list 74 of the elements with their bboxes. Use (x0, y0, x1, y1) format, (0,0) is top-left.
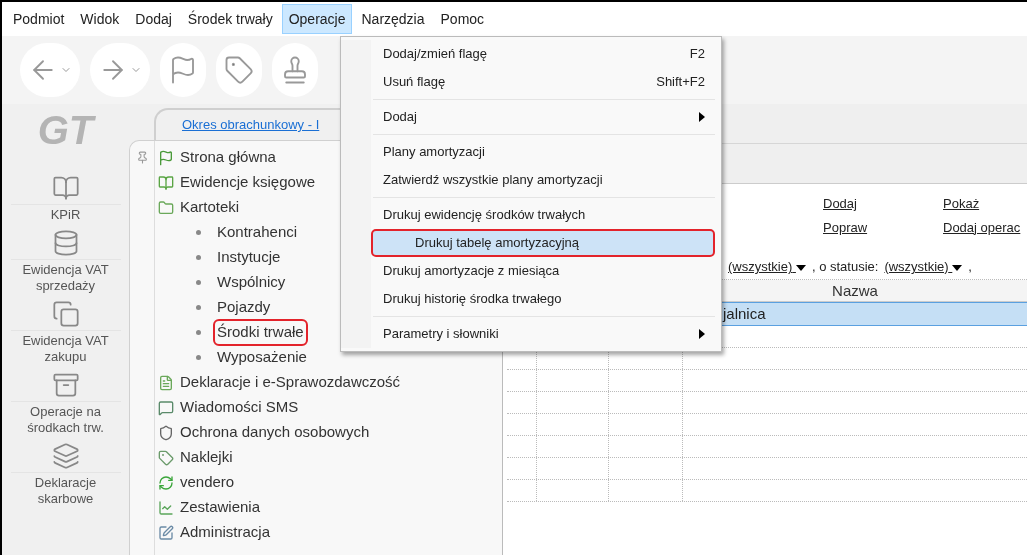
tree-item[interactable]: Strona główna (180, 146, 276, 169)
pin-icon[interactable] (135, 151, 149, 164)
tree-icon (158, 499, 174, 516)
tree-icon (158, 174, 174, 191)
tree-item[interactable]: Instytucje (213, 244, 285, 271)
menu-item[interactable]: Plany amortyzacji (371, 138, 715, 166)
menu-bar-item[interactable]: Operacje (281, 4, 353, 34)
tree-item[interactable]: Kontrahenci (213, 219, 302, 246)
tree-icon (158, 149, 174, 166)
table-cell-text: jalnica (721, 303, 766, 324)
bullet-icon (196, 355, 201, 360)
menu-item[interactable]: Zatwierdź wszystkie plany amortyzacji (371, 166, 715, 194)
tree-item[interactable]: Pojazdy (213, 294, 275, 321)
action-link[interactable]: Dodaj (823, 194, 943, 214)
tree-item[interactable]: Zestawienia (180, 496, 261, 519)
tree-icon (158, 524, 174, 541)
tree-item[interactable]: Wspólnicy (213, 269, 290, 296)
tree-item[interactable]: Kartoteki (180, 196, 240, 219)
tree-icon (158, 199, 174, 216)
filter-dropdown[interactable]: (wszystkie) (728, 257, 806, 277)
sidebar-item[interactable]: KPiR (10, 174, 121, 223)
bullet-icon (196, 305, 201, 310)
filter-dropdown[interactable]: (wszystkie) (884, 257, 963, 277)
tree-item[interactable]: Administracja (180, 521, 271, 544)
tree-item[interactable]: Naklejki (180, 446, 233, 469)
action-link[interactable]: Dodaj operac (943, 217, 1027, 237)
menu-bar-item[interactable]: Podmiot (6, 4, 72, 34)
menu-bar-item[interactable]: Pomoc (433, 4, 492, 34)
sidebar-item[interactable]: Ewidencja VAT zakupu (10, 300, 121, 365)
tree-icon (158, 474, 174, 491)
bullet-icon (196, 255, 201, 260)
toolbar-button[interactable] (160, 43, 206, 97)
menu-item[interactable]: Drukuj tabelę amortyzacyjną (371, 229, 715, 257)
tree-item[interactable]: Ochrona danych osobowych (180, 421, 370, 444)
sidebar-icon (51, 371, 80, 399)
tree-icon (158, 374, 174, 391)
menu-item[interactable]: Drukuj ewidencję środków trwałych (371, 201, 715, 229)
menu-bar-item[interactable]: Środek trwały (180, 4, 280, 34)
menu-item[interactable]: Dodaj/zmień flagę F2 (371, 40, 715, 68)
sidebar-icon (51, 300, 80, 328)
menu-item[interactable]: Drukuj amortyzacje z miesiąca (371, 257, 715, 285)
tree-item[interactable]: vendero (180, 471, 235, 494)
menu-bar-item[interactable]: Widok (73, 4, 127, 34)
tree-icon (158, 424, 174, 441)
bullet-icon (196, 330, 201, 335)
tree-item[interactable]: Wiadomości SMS (180, 396, 299, 419)
caret-icon (952, 264, 963, 271)
action-link[interactable]: Pokaż (943, 194, 1027, 214)
action-link[interactable]: Popraw (823, 217, 943, 237)
tree-item[interactable]: Wyposażenie (213, 344, 311, 371)
tree-icon (158, 449, 174, 466)
menu-bar-item[interactable]: Narzędzia (354, 4, 432, 34)
tree-item[interactable]: Deklaracje i e-Sprawozdawczość (180, 371, 401, 394)
sidebar-item[interactable]: Operacje na środkach trw. (10, 371, 121, 436)
menu-item[interactable]: Usuń flagę Shift+F2 (371, 68, 715, 96)
caret-icon (795, 264, 806, 271)
sidebar-icon (51, 442, 80, 470)
sidebar-item[interactable]: Deklaracje skarbowe (10, 442, 121, 507)
submenu-arrow-icon (699, 329, 705, 339)
sidebar-item[interactable]: Ewidencja VAT sprzedaży (10, 229, 121, 294)
tree-item[interactable]: Środki trwałe (213, 319, 308, 346)
toolbar-icon (224, 55, 254, 85)
toolbar-button[interactable] (216, 43, 262, 97)
filter-label: , o statusie: (811, 258, 879, 277)
tree-icon (158, 399, 174, 416)
toolbar-button[interactable] (272, 43, 318, 97)
submenu-arrow-icon (699, 112, 705, 122)
menu-bar-item[interactable]: Dodaj (128, 4, 179, 34)
filter-label: , (968, 258, 972, 277)
sidebar-icon (51, 174, 80, 202)
logo: GT (37, 107, 94, 154)
tree-item[interactable]: Ewidencje księgowe (180, 171, 316, 194)
bullet-icon (196, 280, 201, 285)
bullet-icon (196, 230, 201, 235)
